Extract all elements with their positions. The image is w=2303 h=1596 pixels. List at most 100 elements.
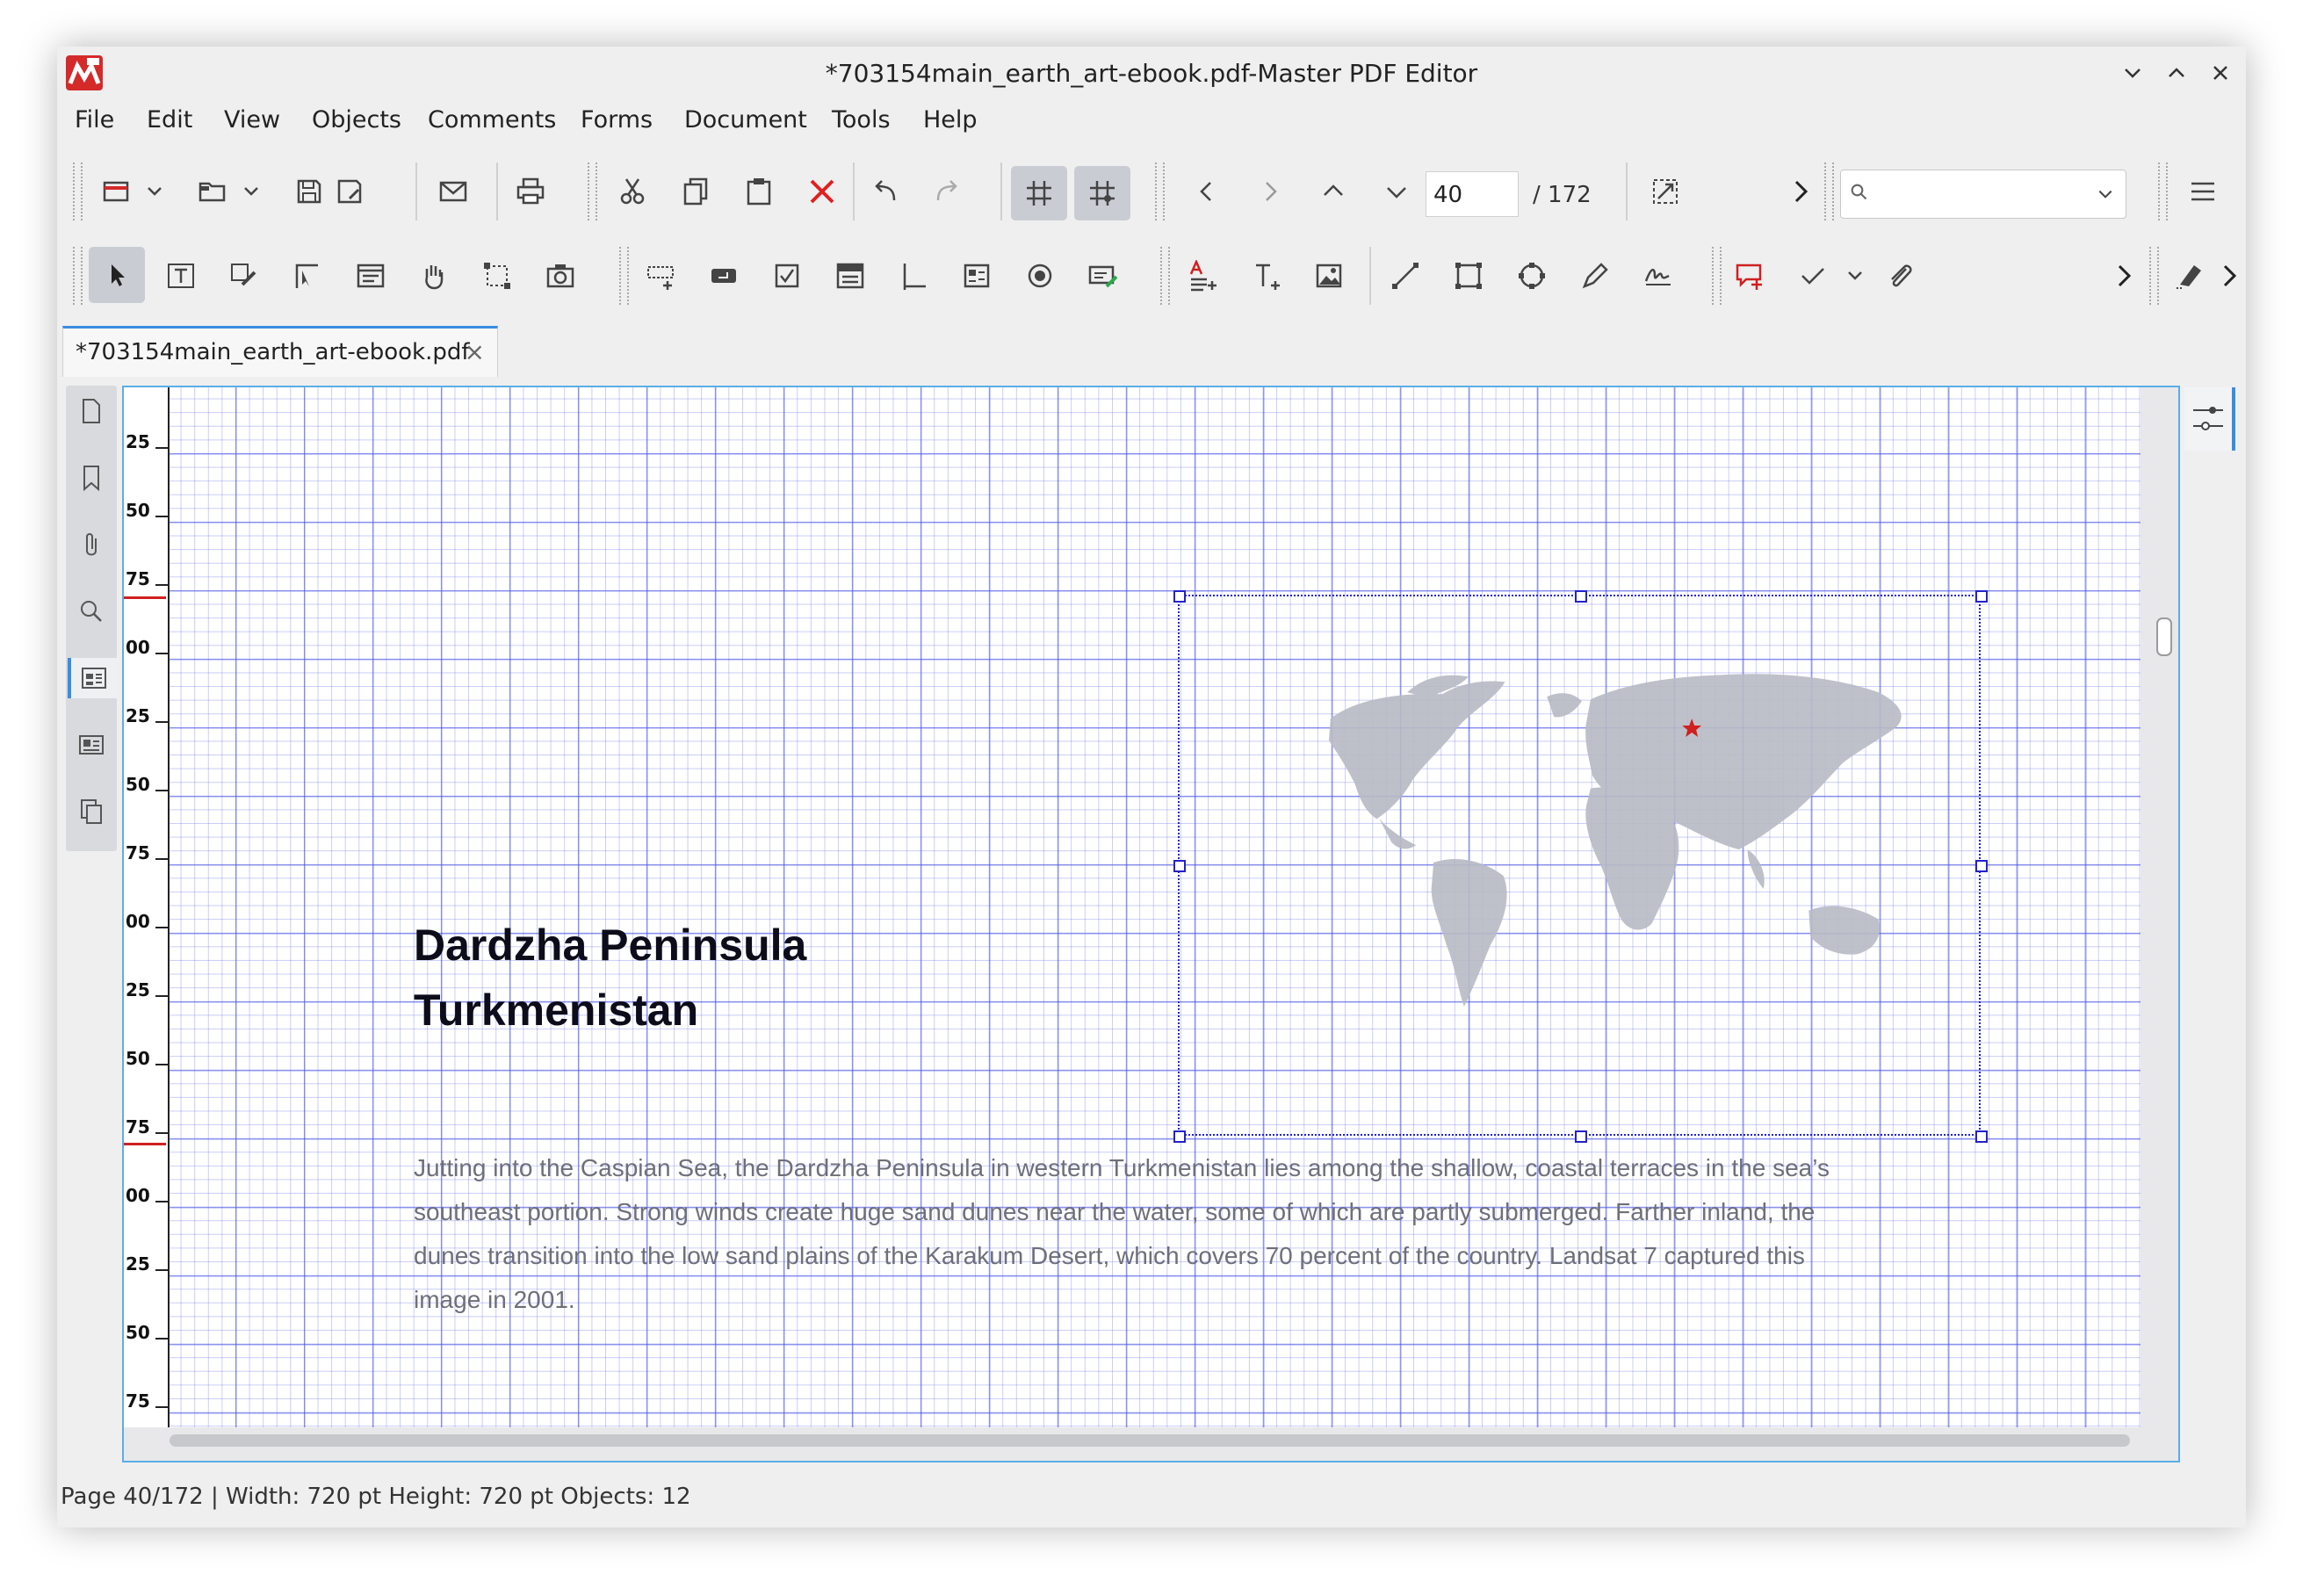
toolbar-grip[interactable] <box>1712 247 1722 305</box>
menu-edit[interactable]: Edit <box>147 106 192 134</box>
stamp-dropdown-icon[interactable] <box>1835 256 1875 296</box>
menu-file[interactable]: File <box>75 106 114 134</box>
undo-button[interactable] <box>865 171 906 212</box>
close-window-button[interactable] <box>2203 55 2238 90</box>
menu-objects[interactable]: Objects <box>312 106 401 134</box>
body-paragraph[interactable]: Jutting into the Caspian Sea, the Dardzh… <box>414 1146 2083 1322</box>
button-field-tool-icon[interactable] <box>704 256 744 296</box>
fit-page-button[interactable] <box>1645 171 1686 212</box>
search-dropdown-chevron-icon[interactable] <box>2092 181 2119 207</box>
layers-panel-icon[interactable] <box>68 658 117 698</box>
resize-handle[interactable] <box>1173 1130 1186 1143</box>
page-heading-line2[interactable]: Turkmenistan <box>414 985 698 1036</box>
delete-button[interactable] <box>802 171 842 212</box>
list-box-tool-icon[interactable] <box>893 256 934 296</box>
menu-tools[interactable]: Tools <box>832 106 891 134</box>
email-button[interactable] <box>433 171 473 212</box>
pdf-page[interactable]: Dardzha Peninsula Turkmenistan Jutting i… <box>170 387 2141 1427</box>
open-dropdown-icon[interactable] <box>231 171 271 212</box>
horizontal-scrollbar[interactable] <box>170 1434 2130 1447</box>
toolbar-grip[interactable] <box>73 247 83 305</box>
resize-handle[interactable] <box>1173 860 1186 872</box>
select-arrow-tool-icon[interactable] <box>89 247 145 303</box>
resize-handle[interactable] <box>1975 1130 1988 1143</box>
toolbar-grip[interactable] <box>1155 162 1165 220</box>
pencil-tool-icon[interactable] <box>1575 256 1615 296</box>
edit-forms-tool-icon[interactable] <box>287 256 328 296</box>
combo-box-tool-icon[interactable] <box>830 256 870 296</box>
form-fields-tool-icon[interactable] <box>350 256 391 296</box>
add-comment-tool-icon[interactable] <box>1729 256 1770 296</box>
toolbar-overflow-chevron-icon[interactable] <box>2209 256 2249 296</box>
paste-button[interactable] <box>739 171 779 212</box>
marquee-select-tool-icon[interactable] <box>477 256 517 296</box>
open-folder-button[interactable] <box>192 171 233 212</box>
vertical-scrollbar-thumb[interactable] <box>2156 617 2172 656</box>
new-document-button[interactable] <box>96 171 136 212</box>
save-as-button[interactable] <box>329 171 370 212</box>
minimize-button[interactable] <box>2115 55 2150 90</box>
page-number-input[interactable]: 40 <box>1426 171 1519 217</box>
page-heading-line1[interactable]: Dardzha Peninsula <box>414 920 806 971</box>
toolbar-grip[interactable] <box>619 247 629 305</box>
pages-panel-icon[interactable] <box>71 391 112 431</box>
selected-map-image[interactable] <box>1173 590 1988 1143</box>
resize-handle[interactable] <box>1575 1130 1587 1143</box>
hand-pan-tool-icon[interactable] <box>414 256 454 296</box>
search-input[interactable] <box>1840 170 2126 219</box>
date-field-tool-icon[interactable] <box>957 256 997 296</box>
attachments-panel-icon[interactable] <box>71 524 112 565</box>
next-page-button[interactable] <box>1250 171 1290 212</box>
eraser-tool-icon[interactable] <box>2169 256 2209 296</box>
toolbar-grip[interactable] <box>2158 162 2168 220</box>
form-fields-panel-icon[interactable] <box>71 725 112 765</box>
radio-button-tool-icon[interactable] <box>1020 256 1060 296</box>
insert-text-tool-icon[interactable] <box>1246 256 1287 296</box>
document-tab[interactable]: *703154main_earth_art-ebook.pdf × <box>62 326 498 377</box>
text-field-tool-icon[interactable] <box>640 256 681 296</box>
snapshot-camera-tool-icon[interactable] <box>540 256 581 296</box>
properties-panel-toggle[interactable] <box>2184 387 2235 451</box>
attach-paperclip-tool-icon[interactable] <box>1879 256 1919 296</box>
menu-help[interactable]: Help <box>923 106 978 134</box>
toolbar-grip[interactable] <box>1160 247 1170 305</box>
resize-handle[interactable] <box>1575 590 1587 603</box>
toolbar-grip[interactable] <box>588 162 597 220</box>
hamburger-menu-icon[interactable] <box>2183 171 2223 212</box>
menu-comments[interactable]: Comments <box>428 106 556 134</box>
maximize-button[interactable] <box>2159 55 2194 90</box>
add-text-tool-icon[interactable] <box>1183 256 1224 296</box>
menu-document[interactable]: Document <box>684 106 807 134</box>
resize-handle[interactable] <box>1173 590 1186 603</box>
toolbar-overflow-chevron-icon[interactable] <box>2104 256 2144 296</box>
menu-forms[interactable]: Forms <box>581 106 653 134</box>
redo-button[interactable] <box>927 171 967 212</box>
toolbar-overflow-chevron-icon[interactable] <box>1780 171 1821 212</box>
toolbar-grip[interactable] <box>73 162 83 220</box>
toolbar-grip[interactable] <box>2149 247 2159 305</box>
save-button[interactable] <box>289 171 329 212</box>
cut-button[interactable] <box>612 171 653 212</box>
signature-field-tool-icon[interactable] <box>1083 256 1123 296</box>
print-button[interactable] <box>510 171 551 212</box>
snap-to-grid-button[interactable] <box>1074 166 1130 220</box>
new-dropdown-icon[interactable] <box>134 171 175 212</box>
resize-handle[interactable] <box>1975 860 1988 872</box>
first-page-button[interactable] <box>1313 171 1354 212</box>
menu-view[interactable]: View <box>224 106 280 134</box>
copy-button[interactable] <box>675 171 716 212</box>
insert-image-tool-icon[interactable] <box>1310 256 1350 296</box>
toolbar-grip[interactable] <box>1824 162 1834 220</box>
bookmarks-panel-icon[interactable] <box>71 458 112 498</box>
line-tool-icon[interactable] <box>1385 256 1426 296</box>
ellipse-tool-icon[interactable] <box>1512 256 1552 296</box>
resize-handle[interactable] <box>1975 590 1988 603</box>
stamp-check-tool-icon[interactable] <box>1793 256 1833 296</box>
signature-tool-icon[interactable] <box>1638 256 1679 296</box>
edit-text-tool-icon[interactable] <box>161 256 201 296</box>
last-page-button[interactable] <box>1376 171 1417 212</box>
pages-copy-panel-icon[interactable] <box>71 791 112 832</box>
edit-objects-tool-icon[interactable] <box>224 256 264 296</box>
grid-toggle-button[interactable] <box>1011 166 1067 220</box>
tab-close-icon[interactable]: × <box>465 337 485 366</box>
